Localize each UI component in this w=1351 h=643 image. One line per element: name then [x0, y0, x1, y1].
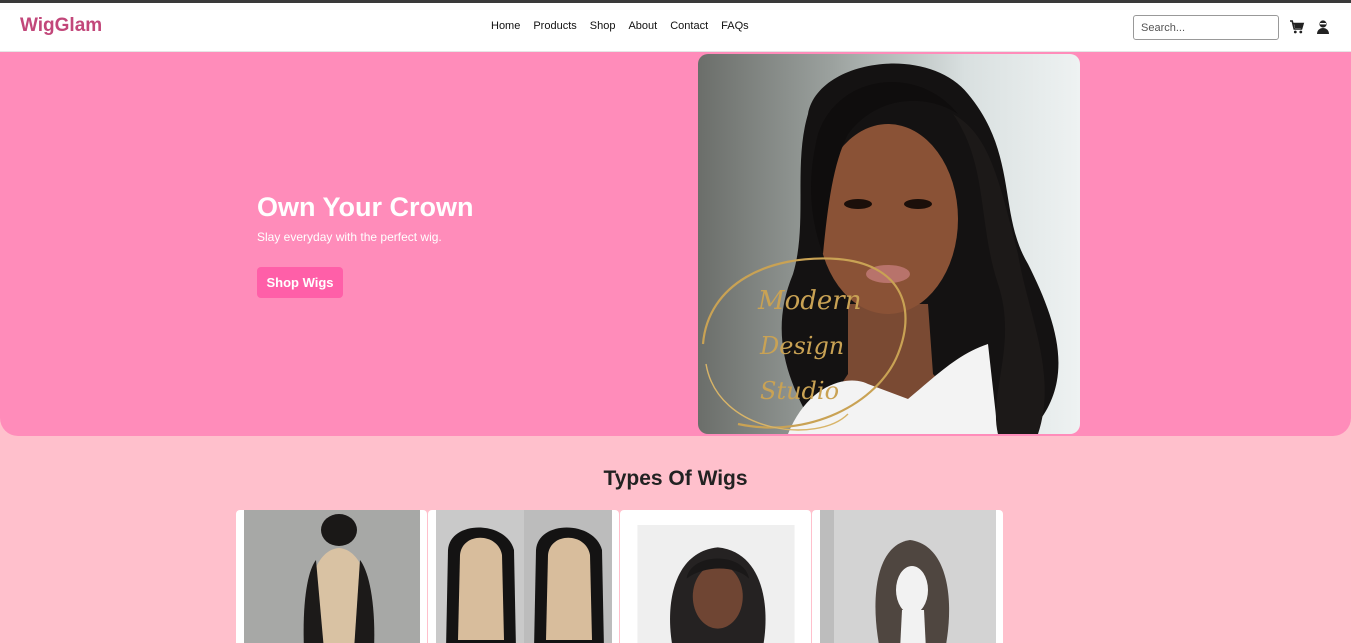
- wig-card[interactable]: [620, 510, 811, 643]
- shop-wigs-button[interactable]: Shop Wigs: [257, 267, 343, 298]
- svg-text:Modern: Modern: [757, 286, 861, 316]
- wig-photo-3: [637, 525, 795, 643]
- nav-faqs[interactable]: FAQs: [721, 20, 749, 32]
- site-logo[interactable]: WigGlam: [20, 15, 102, 37]
- svg-text:Studio: Studio: [760, 377, 839, 405]
- nav-contact[interactable]: Contact: [670, 20, 708, 32]
- types-of-wigs-title: Types Of Wigs: [603, 467, 748, 490]
- hero-banner: Own Your Crown Slay everyday with the pe…: [0, 52, 1351, 436]
- wig-card[interactable]: [236, 510, 427, 643]
- nav-products[interactable]: Products: [533, 20, 576, 32]
- cart-icon[interactable]: [1289, 19, 1305, 35]
- wig-photo-1: [244, 510, 420, 643]
- hero-model-image: Modern Design Studio: [698, 54, 1080, 434]
- nav-about[interactable]: About: [628, 20, 657, 32]
- wig-card[interactable]: [428, 510, 619, 643]
- hero-title: Own Your Crown: [257, 192, 474, 222]
- user-icon[interactable]: [1315, 19, 1331, 35]
- svg-text:Design: Design: [759, 332, 844, 360]
- nav-shop[interactable]: Shop: [590, 20, 616, 32]
- wig-photo-2: [436, 510, 612, 643]
- wig-photo-4: [820, 510, 996, 643]
- search-input[interactable]: [1133, 15, 1279, 40]
- nav-home[interactable]: Home: [491, 20, 520, 32]
- site-header: WigGlam Home Products Shop About Contact…: [0, 3, 1351, 52]
- wig-card[interactable]: [812, 510, 1003, 643]
- hero-subtitle: Slay everyday with the perfect wig.: [257, 230, 442, 244]
- main-nav: Home Products Shop About Contact FAQs: [491, 20, 762, 32]
